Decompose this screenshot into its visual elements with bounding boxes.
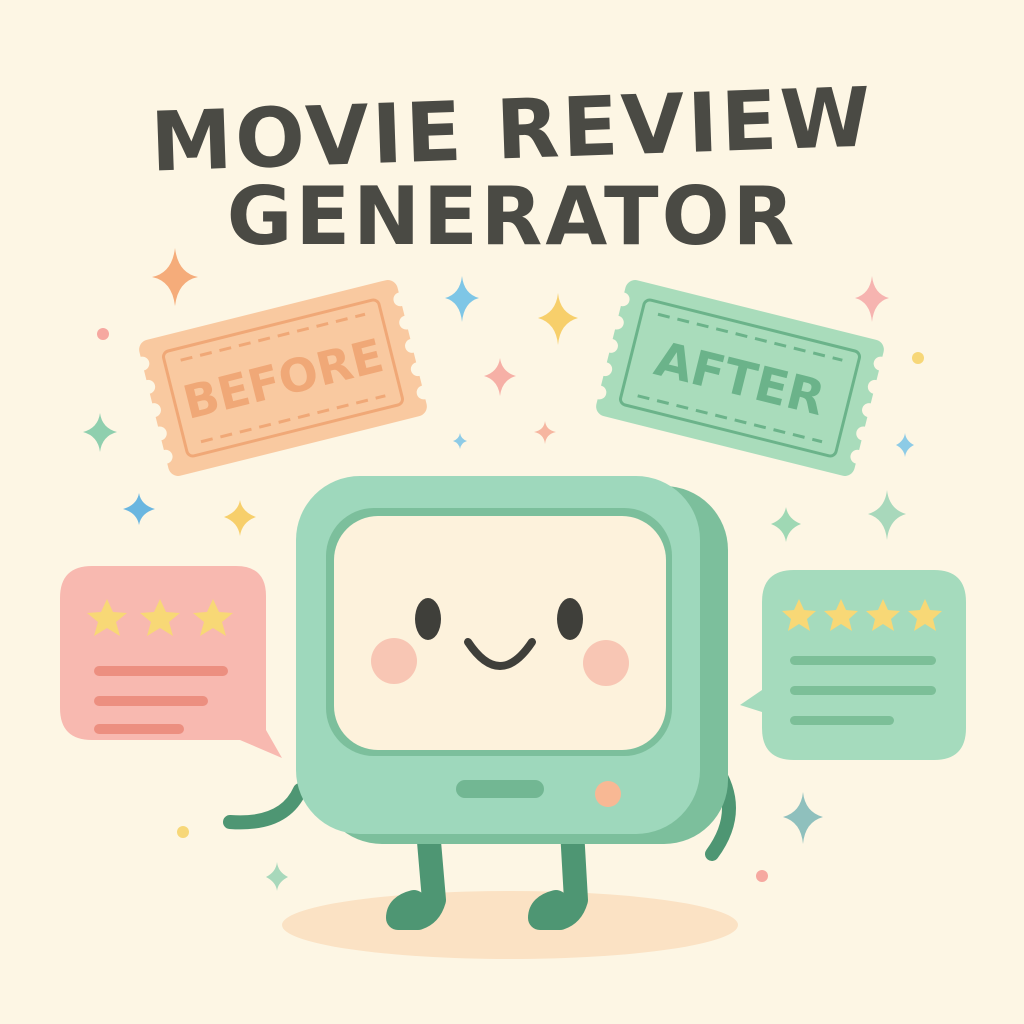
before-ticket: BEFORE xyxy=(135,280,431,476)
sparkle-icon xyxy=(445,276,479,322)
dot-icon xyxy=(97,328,109,340)
review-text-line xyxy=(790,656,936,665)
title-line-2: GENERATOR xyxy=(227,170,797,263)
mascot-right-eye xyxy=(557,598,583,640)
review-text-line xyxy=(790,716,894,725)
sparkle-icon xyxy=(224,500,256,536)
after-review-bubble xyxy=(740,570,966,760)
mascot-button-slot xyxy=(456,780,544,798)
dot-icon xyxy=(177,826,189,838)
dot-icon xyxy=(912,352,924,364)
after-ticket: AFTER xyxy=(592,280,888,476)
before-review-bubble xyxy=(60,566,282,758)
sparkle-icon xyxy=(896,433,914,457)
sparkle-icon xyxy=(123,493,155,525)
mascot-shadow xyxy=(282,891,738,959)
sparkle-icon xyxy=(453,433,467,449)
mascot-power-light xyxy=(595,781,621,807)
illustration-canvas: MOVIE REVIEW GENERATOR BEFORE AFTER xyxy=(60,70,966,959)
sparkle-icon xyxy=(855,276,889,322)
review-text-line xyxy=(94,724,184,734)
tv-mascot xyxy=(223,476,738,959)
sparkle-icon xyxy=(538,293,578,345)
mascot-left-arm xyxy=(223,783,307,830)
mascot-right-cheek xyxy=(583,640,629,686)
review-text-line xyxy=(94,696,208,706)
sparkle-icon xyxy=(152,248,198,306)
review-text-line xyxy=(94,666,228,676)
sparkle-icon xyxy=(868,490,906,540)
sparkle-icon xyxy=(771,507,801,542)
mascot-left-eye xyxy=(415,598,441,640)
review-text-line xyxy=(790,686,936,695)
sparkle-icon xyxy=(783,792,823,844)
sparkle-icon xyxy=(534,421,556,444)
sparkle-icon xyxy=(266,862,288,891)
dot-icon xyxy=(756,870,768,882)
title-group: MOVIE REVIEW GENERATOR xyxy=(149,70,875,263)
sparkle-icon xyxy=(484,358,516,396)
mascot-left-cheek xyxy=(371,638,417,684)
mascot-screen xyxy=(334,516,666,750)
sparkle-icon xyxy=(83,413,117,452)
